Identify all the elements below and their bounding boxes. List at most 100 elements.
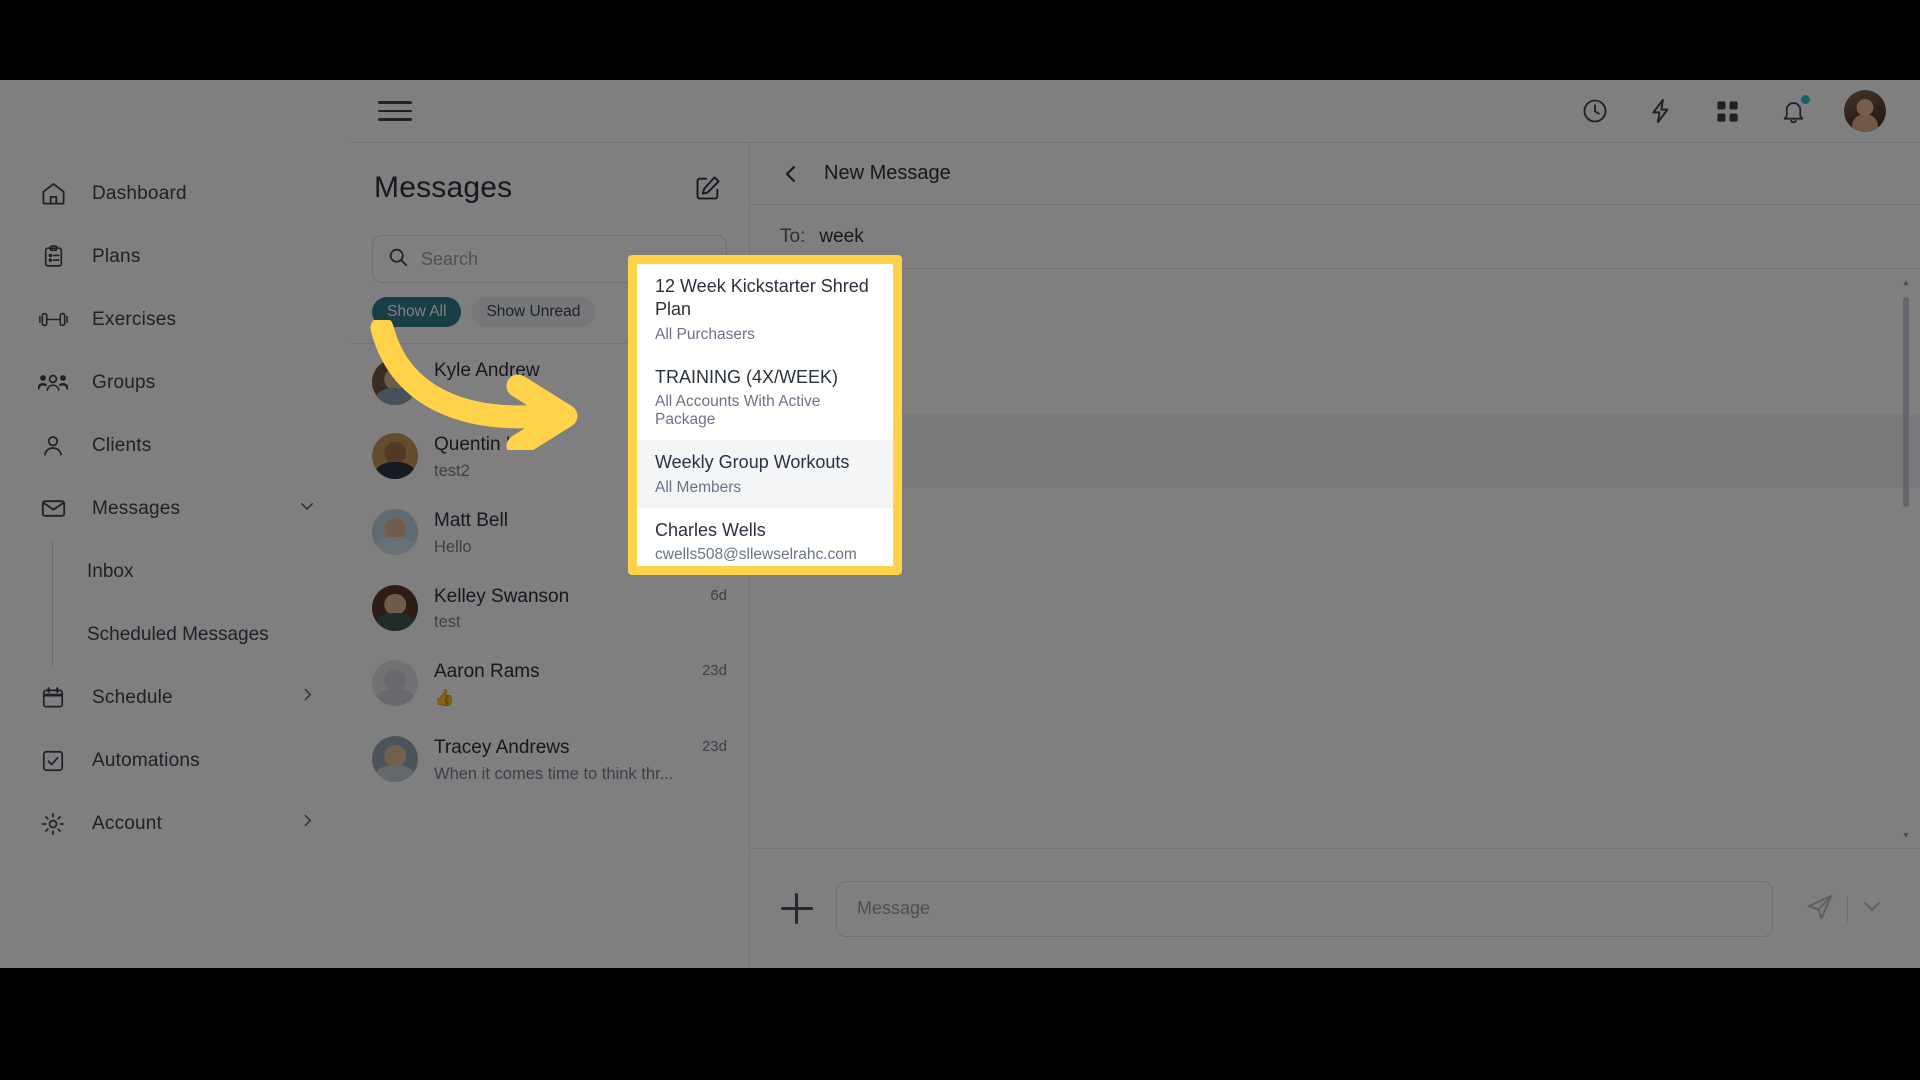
conversation-time: 6d xyxy=(710,586,727,604)
conversation-preview: When it comes time to think thr... xyxy=(434,764,674,783)
avatar xyxy=(372,359,418,405)
filter-show-unread-button[interactable]: Show Unread xyxy=(471,297,596,327)
suggestion-item[interactable]: Charles Wells cwells508@sllewselrahc.com xyxy=(637,508,893,566)
sidebar-item-scheduled-messages[interactable]: Scheduled Messages xyxy=(87,603,350,666)
to-input-value[interactable]: week xyxy=(819,226,863,248)
page-title: Messages xyxy=(374,171,513,204)
sidebar-item-automations[interactable]: Automations xyxy=(0,729,350,792)
chevron-down-icon xyxy=(298,497,316,521)
sidebar-item-clients[interactable]: Clients xyxy=(0,414,350,477)
conversation-preview: test xyxy=(434,613,461,632)
thread-scrollbar[interactable]: ▲ ▼ xyxy=(1902,277,1911,840)
top-bar xyxy=(350,80,1920,143)
conversation-name: Aaron Rams xyxy=(434,661,540,683)
sidebar-item-exercises[interactable]: Exercises xyxy=(0,288,350,351)
chat-header: New Message xyxy=(750,143,1920,205)
scrollbar-thumb[interactable] xyxy=(1903,297,1909,507)
sidebar-item-label: Dashboard xyxy=(92,182,187,204)
suggestion-item[interactable]: TRAINING (4X/WEEK) All Accounts With Act… xyxy=(637,355,893,440)
suggestion-item[interactable]: 12 Week Kickstarter Shred Plan All Purch… xyxy=(637,264,893,355)
notification-badge xyxy=(1801,95,1810,104)
conversation-name: Kelley Swanson xyxy=(434,585,570,607)
suggestion-title: TRAINING (4X/WEEK) xyxy=(655,366,839,387)
sidebar-item-dashboard[interactable]: Dashboard xyxy=(0,162,350,225)
conversation-item-kelley-swanson[interactable]: Kelley Swanson test 6d xyxy=(350,570,749,646)
suggestion-subtitle: cwells508@sllewselrahc.com xyxy=(655,545,857,563)
person-icon xyxy=(36,429,70,463)
suggestion-title: Charles Wells xyxy=(655,519,766,540)
user-avatar[interactable] xyxy=(1844,90,1886,132)
messages-header: Messages xyxy=(350,143,749,205)
caret-down-icon[interactable]: ▼ xyxy=(1902,830,1911,840)
conversation-name: Tracey Andrews xyxy=(434,737,570,758)
sidebar-item-label: Plans xyxy=(92,245,141,267)
sidebar-item-messages[interactable]: Messages xyxy=(0,477,350,540)
sidebar-item-label: Account xyxy=(92,812,163,834)
sidebar-item-account[interactable]: Account xyxy=(0,792,350,855)
suggestion-title: 12 Week Kickstarter Shred Plan xyxy=(655,276,869,320)
bell-icon[interactable] xyxy=(1778,95,1810,126)
grid-apps-icon[interactable] xyxy=(1712,96,1742,126)
sidebar-subitem-label: Scheduled Messages xyxy=(87,623,269,645)
filter-show-all-button[interactable]: Show All xyxy=(372,297,462,327)
plus-icon[interactable] xyxy=(780,892,814,926)
suggestion-subtitle: All Members xyxy=(655,478,742,496)
caret-up-icon[interactable]: ▲ xyxy=(1902,277,1911,287)
sidebar-item-inbox[interactable]: Inbox xyxy=(87,540,350,603)
sidebar-item-label: Groups xyxy=(92,371,156,393)
suggestion-subtitle: All Accounts With Active Package xyxy=(655,393,821,429)
sidebar-item-label: Exercises xyxy=(92,308,177,330)
recipient-suggestions-dropdown: 12 Week Kickstarter Shred Plan All Purch… xyxy=(637,264,893,566)
conversation-preview: 👍 xyxy=(434,689,455,707)
clipboard-icon xyxy=(36,240,70,274)
calendar-icon xyxy=(36,681,70,715)
clock-icon[interactable] xyxy=(1580,96,1610,126)
thread-row-placeholder xyxy=(750,414,1920,488)
message-thread-area: ▲ ▼ xyxy=(750,269,1920,848)
application-window: Dashboard Plans Exercises Groups Clients… xyxy=(0,80,1920,968)
suggestion-title: Weekly Group Workouts xyxy=(655,452,850,473)
conversation-item-tracey-andrews[interactable]: Tracey Andrews When it comes time to thi… xyxy=(350,721,749,797)
message-input[interactable] xyxy=(857,898,1752,919)
suggestion-item-selected[interactable]: Weekly Group Workouts All Members xyxy=(637,440,893,508)
sidebar-item-groups[interactable]: Groups xyxy=(0,351,350,414)
search-icon xyxy=(387,246,409,273)
chevron-down-icon[interactable] xyxy=(1860,894,1884,923)
back-chevron-icon[interactable] xyxy=(776,159,806,189)
chevron-right-icon xyxy=(299,686,316,709)
envelope-icon xyxy=(36,492,70,526)
messages-submenu: Inbox Scheduled Messages xyxy=(52,540,350,666)
message-input-wrapper[interactable] xyxy=(836,880,1773,937)
dumbbell-icon xyxy=(36,303,70,337)
avatar xyxy=(372,433,418,479)
home-icon xyxy=(36,177,70,211)
gear-icon xyxy=(36,807,70,841)
avatar xyxy=(372,584,418,631)
send-controls xyxy=(1795,891,1890,926)
avatar xyxy=(372,736,418,782)
send-paperplane-icon[interactable] xyxy=(1805,891,1835,926)
sidebar-item-schedule[interactable]: Schedule xyxy=(0,666,350,729)
conversation-time: 23d xyxy=(701,738,727,755)
message-composer xyxy=(750,848,1920,968)
new-message-pane: New Message To: week ▲ ▼ xyxy=(750,143,1920,968)
recipient-suggestions-highlight: 12 Week Kickstarter Shred Plan All Purch… xyxy=(628,255,902,575)
divider xyxy=(1847,895,1848,922)
conversation-item-aaron-rams[interactable]: Aaron Rams 👍 23d xyxy=(350,645,749,721)
avatar xyxy=(372,508,418,555)
chat-title: New Message xyxy=(824,162,951,184)
main-sidebar: Dashboard Plans Exercises Groups Clients… xyxy=(0,80,350,968)
lightning-icon[interactable] xyxy=(1646,96,1676,126)
sidebar-subitem-label: Inbox xyxy=(87,560,134,582)
sidebar-item-plans[interactable]: Plans xyxy=(0,225,350,288)
checkbox-icon xyxy=(36,744,70,778)
top-bar-actions xyxy=(1580,90,1886,132)
compose-pencil-icon[interactable] xyxy=(691,171,725,205)
recipient-row[interactable]: To: week xyxy=(750,205,1920,269)
sidebar-item-label: Messages xyxy=(92,497,181,519)
hamburger-icon[interactable] xyxy=(378,96,412,126)
sidebar-item-label: Clients xyxy=(92,434,152,456)
people-icon xyxy=(36,366,70,400)
sidebar-item-label: Schedule xyxy=(92,686,173,708)
to-label: To: xyxy=(780,225,806,247)
